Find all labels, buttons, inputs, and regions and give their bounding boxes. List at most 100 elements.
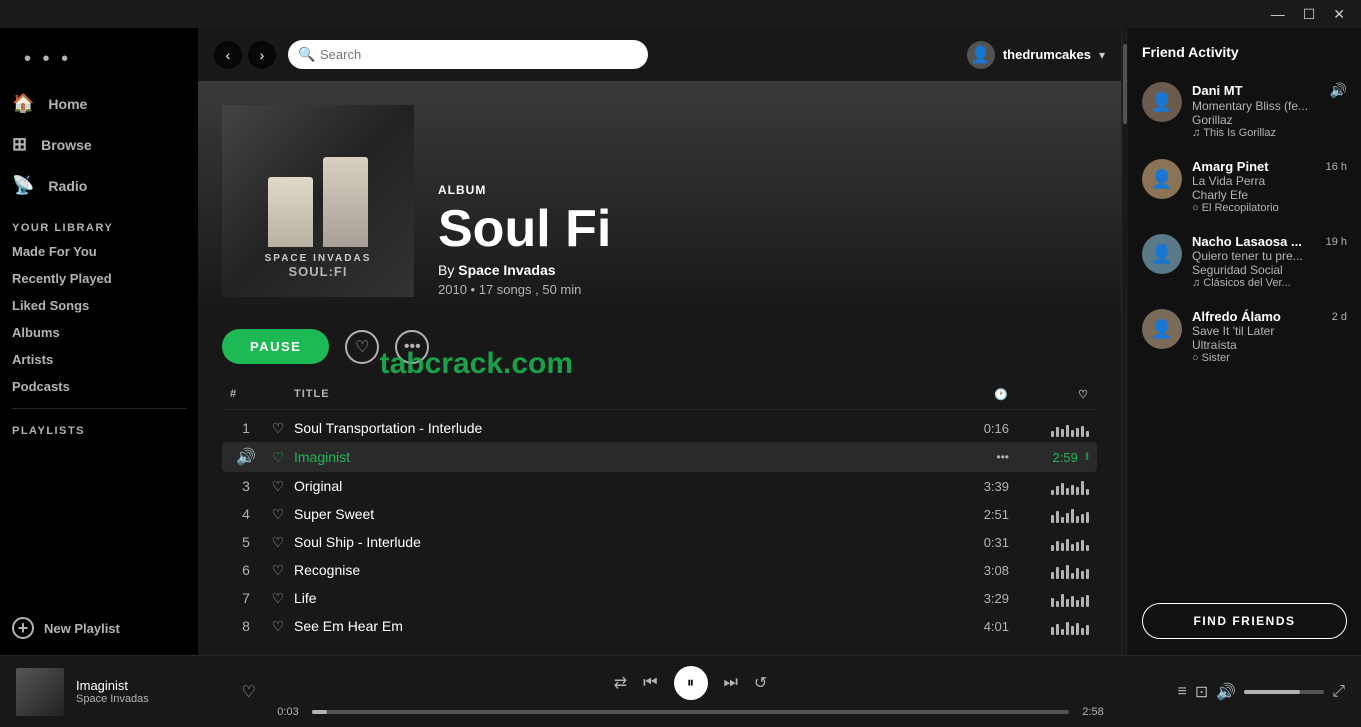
search-input[interactable] [288,40,648,69]
sidebar-item-radio[interactable]: 📡 Radio [0,165,198,206]
table-row[interactable]: 5 ♡ Soul Ship - Interlude 0:31 [222,528,1097,556]
volume-button[interactable]: 🔊 [1216,682,1236,702]
sidebar: • • • 🏠 Home ⊞ Browse 📡 Radio YOUR LIBRA… [0,28,198,655]
table-row[interactable]: 7 ♡ Life 3:29 [222,584,1097,612]
sidebar-item-browse[interactable]: ⊞ Browse [0,124,198,165]
more-button[interactable]: ••• [395,330,429,364]
progress-fill [312,710,327,714]
track-heart-2[interactable]: ♡ [262,449,294,466]
table-row[interactable]: 6 ♡ Recognise 3:08 [222,556,1097,584]
friend-playlist-3: ♫ Clásicos del Ver... [1192,277,1347,289]
track-num-6: 6 [230,562,262,578]
sidebar-item-artists[interactable]: Artists [0,346,198,373]
close-button[interactable]: ✕ [1325,4,1353,25]
next-button[interactable]: ⏭ [724,674,738,692]
time-total: 2:58 [1077,706,1109,718]
track-heart-5[interactable]: ♡ [262,534,294,551]
title-bar: — ☐ ✕ [0,0,1361,28]
progress-track[interactable] [312,710,1069,714]
fullscreen-button[interactable]: ⤢ [1332,683,1345,701]
list-item[interactable]: 👤 Amarg Pinet 16 h La Vida Perra Charly … [1136,149,1353,224]
cover-band-name: SPACE INVADAS [265,253,372,264]
sidebar-radio-label: Radio [48,178,87,194]
list-item[interactable]: 👤 Alfredo Álamo 2 d Save It 'til Later U… [1136,299,1353,374]
maximize-button[interactable]: ☐ [1295,4,1324,25]
friend-avatar-3: 👤 [1142,234,1182,274]
track-num-5: 5 [230,534,262,550]
friend-time-2: 16 h [1326,161,1347,173]
table-row[interactable]: 8 ♡ See Em Hear Em 4:01 [222,612,1097,640]
table-row[interactable]: 1 ♡ Soul Transportation - Interlude 0:16 [222,414,1097,442]
minimize-button[interactable]: — [1263,4,1293,24]
table-row[interactable]: 3 ♡ Original 3:39 [222,472,1097,500]
find-friends-button[interactable]: FIND FRIENDS [1142,603,1347,639]
devices-button[interactable]: ⊡ [1195,682,1208,702]
search-bar: 🔍 [288,40,648,69]
player-controls: ⇄ ⏮ ⏸ ⏭ ↺ [614,666,768,700]
prev-button[interactable]: ⏮ [643,674,657,692]
pause-button[interactable]: PAUSE [222,329,329,364]
play-pause-button[interactable]: ⏸ [674,666,708,700]
queue-button[interactable]: ≡ [1178,683,1187,701]
table-row[interactable]: 🔊 ♡ Imaginist ••• 2:59 ‖ [222,442,1097,472]
album-title: Soul Fi [438,201,1097,258]
friend-track-4: Save It 'til Later [1192,324,1347,338]
track-time-8: 4:01 [949,619,1009,634]
album-artist-link[interactable]: Space Invadas [458,262,555,278]
friend-name-3: Nacho Lasaosa ... [1192,234,1302,249]
track-heart-8[interactable]: ♡ [262,618,294,635]
shuffle-button[interactable]: ⇄ [614,673,627,693]
list-item[interactable]: 👤 Dani MT 🔊 Momentary Bliss (fe... Goril… [1136,72,1353,149]
repeat-button[interactable]: ↺ [754,673,767,693]
friend-name-2: Amarg Pinet [1192,159,1269,174]
music-icon: ♫ [1192,277,1200,289]
track-title-1: Soul Transportation - Interlude [294,420,949,436]
track-time-3: 3:39 [949,479,1009,494]
sidebar-item-albums[interactable]: Albums [0,319,198,346]
list-item[interactable]: 👤 Nacho Lasaosa ... 19 h Quiero tener tu… [1136,224,1353,299]
sidebar-browse-label: Browse [41,137,92,153]
album-header: SPACE INVADAS SOUL:FI ALBUM Soul Fi By S… [198,81,1121,313]
friend-artist-3: Seguridad Social [1192,263,1347,277]
back-button[interactable]: ‹ [214,41,242,69]
friend-name-row-4: Alfredo Álamo 2 d [1192,309,1347,324]
track-num-8: 8 [230,618,262,634]
header-title: TITLE [294,388,949,401]
player-track-info: Imaginist Space Invadas [76,678,230,705]
sidebar-item-liked-songs[interactable]: Liked Songs [0,292,198,319]
player-track-name[interactable]: Imaginist [76,678,230,693]
track-heart-3[interactable]: ♡ [262,478,294,495]
dropdown-arrow[interactable]: ▾ [1099,48,1105,62]
volume-bar[interactable] [1244,690,1324,694]
track-bars-8 [1009,617,1089,635]
track-title-3: Original [294,478,949,494]
player-album-thumb [16,668,64,716]
sidebar-item-recently-played[interactable]: Recently Played [0,265,198,292]
forward-button[interactable]: › [248,41,276,69]
friend-info-3: Nacho Lasaosa ... 19 h Quiero tener tu p… [1192,234,1347,289]
track-heart-1[interactable]: ♡ [262,420,294,437]
header-num: # [230,388,262,401]
friend-time-3: 19 h [1326,236,1347,248]
friend-avatar-4: 👤 [1142,309,1182,349]
player-artist-name[interactable]: Space Invadas [76,693,230,705]
player-heart-button[interactable]: ♡ [242,682,256,702]
track-heart-6[interactable]: ♡ [262,562,294,579]
track-heart-7[interactable]: ♡ [262,590,294,607]
track-heart-4[interactable]: ♡ [262,506,294,523]
sidebar-menu-dots[interactable]: • • • [12,40,186,79]
friend-track-3: Quiero tener tu pre... [1192,249,1347,263]
album-duration: 50 min [542,282,581,297]
track-bars-1 [1009,419,1089,437]
table-row[interactable]: 4 ♡ Super Sweet 2:51 [222,500,1097,528]
sidebar-item-home[interactable]: 🏠 Home [0,83,198,124]
heart-button[interactable]: ♡ [345,330,379,364]
volume-icon: 🔊 [1330,82,1347,99]
track-bars-7 [1009,589,1089,607]
username[interactable]: thedrumcakes [1003,47,1091,62]
friend-name-row-3: Nacho Lasaosa ... 19 h [1192,234,1347,249]
sidebar-item-made-for-you[interactable]: Made For You [0,238,198,265]
music-note-icon: ♫ [1192,127,1200,139]
new-playlist-button[interactable]: + New Playlist [0,609,198,655]
sidebar-item-podcasts[interactable]: Podcasts [0,373,198,400]
